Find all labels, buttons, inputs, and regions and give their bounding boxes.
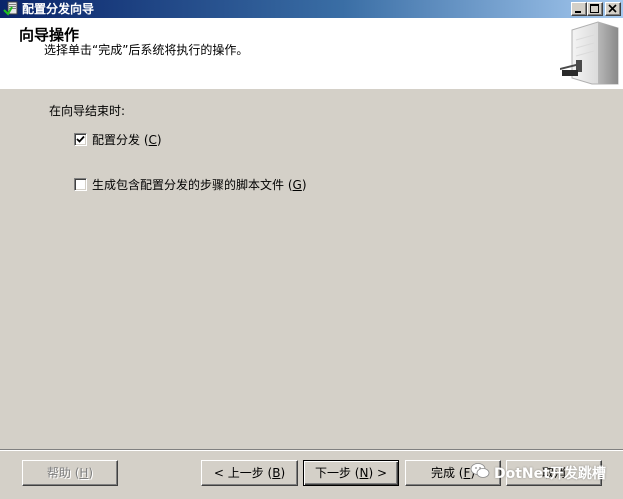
window-title: 配置分发向导 (22, 2, 95, 16)
wizard-app-icon (3, 1, 19, 17)
configure-distribution-label: 配置分发 (C) (92, 133, 162, 147)
page-description: 选择单击“完成”后系统将执行的操作。 (44, 43, 249, 57)
maximize-icon (590, 4, 599, 13)
next-button[interactable]: 下一步 (N) > (303, 460, 399, 486)
checkmark-icon (76, 135, 85, 143)
generate-script-label: 生成包含配置分发的步骤的脚本文件 (G) (92, 178, 307, 192)
help-button[interactable]: 帮助 (H) (22, 460, 118, 486)
finish-button[interactable]: 完成 (F) (405, 460, 501, 486)
server-icon (558, 20, 620, 86)
footer-divider-highlight (0, 450, 623, 451)
minimize-icon (575, 11, 581, 13)
title-bar[interactable]: 配置分发向导 (0, 0, 623, 18)
cancel-button[interactable]: 取消 (506, 460, 602, 486)
wizard-header: 向导操作 选择单击“完成”后系统将执行的操作。 (0, 18, 623, 89)
maximize-button[interactable] (587, 2, 603, 16)
back-button[interactable]: < 上一步 (B) (201, 460, 298, 486)
close-icon (608, 4, 617, 13)
generate-script-checkbox[interactable] (74, 178, 87, 191)
header-divider (0, 88, 623, 89)
wizard-window: 配置分发向导 向导操作 选择单击“完成”后系统将执行的操作。 在向导结束时: 配… (0, 0, 623, 499)
close-button[interactable] (605, 2, 621, 16)
configure-distribution-checkbox[interactable] (74, 133, 87, 146)
end-of-wizard-label: 在向导结束时: (49, 104, 126, 118)
minimize-button[interactable] (571, 2, 587, 16)
